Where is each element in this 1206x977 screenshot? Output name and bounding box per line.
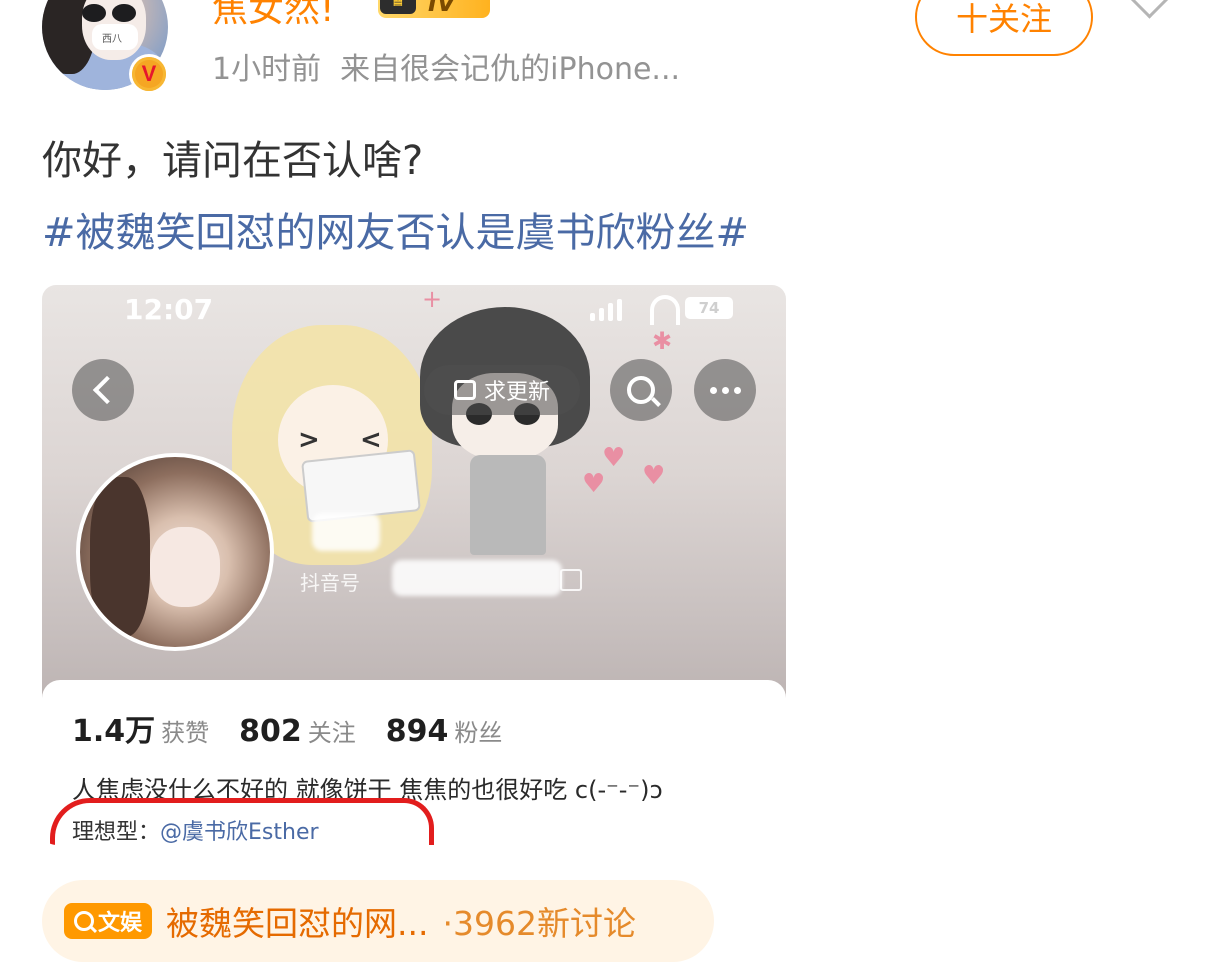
username[interactable]: 焦女然! xyxy=(212,0,334,32)
chevron-down-icon[interactable] xyxy=(1130,0,1169,19)
vip-level: IV xyxy=(428,0,456,17)
wifi-icon xyxy=(650,295,680,325)
crown-icon: ♛ xyxy=(380,0,416,14)
ideal-mention: @虞书欣Esther xyxy=(160,820,319,845)
stats-row: 1.4万 获赞 802 关注 894 粉丝 xyxy=(72,714,503,749)
verified-icon: V xyxy=(129,54,169,94)
request-update-pill: 求更新 xyxy=(424,365,580,415)
sunglasses-decoration xyxy=(82,4,138,22)
back-icon xyxy=(72,359,134,421)
status-icons: 74 xyxy=(590,295,740,325)
avatar-mask-text: 西八 xyxy=(102,34,122,45)
status-time: 12:07 xyxy=(124,293,214,326)
topic-chip[interactable]: 文娱 被魏笑回怼的网... ·3962新讨论 xyxy=(42,880,714,962)
post-time: 1小时前 xyxy=(212,52,322,87)
profile-banner: 12:07 74 > < ♥ ♥ ♥ ✱ + 抖音号 求更新 xyxy=(42,285,786,705)
topic-title: 被魏笑回怼的网... xyxy=(166,904,429,943)
follow-button[interactable]: 十关注 xyxy=(915,0,1093,56)
profile-photo xyxy=(76,453,274,651)
post-meta: 1小时前 来自很会记仇的iPhone... xyxy=(212,44,680,88)
post-text: 你好，请问在否认啥? xyxy=(42,138,424,184)
battery-icon: 74 xyxy=(685,297,733,319)
post-image[interactable]: 12:07 74 > < ♥ ♥ ♥ ✱ + 抖音号 求更新 1.4万 获赞 8… xyxy=(42,285,786,845)
douyin-id-label: 抖音号 xyxy=(300,571,360,595)
search-icon xyxy=(74,911,94,931)
search-icon xyxy=(610,359,672,421)
post-source: 来自很会记仇的iPhone... xyxy=(340,52,681,87)
copy-icon xyxy=(560,569,582,591)
hashtag-link[interactable]: #被魏笑回怼的网友否认是虞书欣粉丝# xyxy=(42,200,749,258)
topic-category-badge: 文娱 xyxy=(64,903,153,939)
ideal-type-line: 理想型：@虞书欣Esther xyxy=(72,820,319,845)
vip-badge[interactable]: ♛ IV xyxy=(378,0,490,18)
thumb-up-icon xyxy=(453,380,476,400)
profile-stats-card: 1.4万 获赞 802 关注 894 粉丝 人焦虑没什么不好的 就像饼干 焦焦的也很好… xyxy=(42,680,786,845)
more-icon xyxy=(694,359,756,421)
topic-discussion-count: ·3962新讨论 xyxy=(442,904,636,943)
